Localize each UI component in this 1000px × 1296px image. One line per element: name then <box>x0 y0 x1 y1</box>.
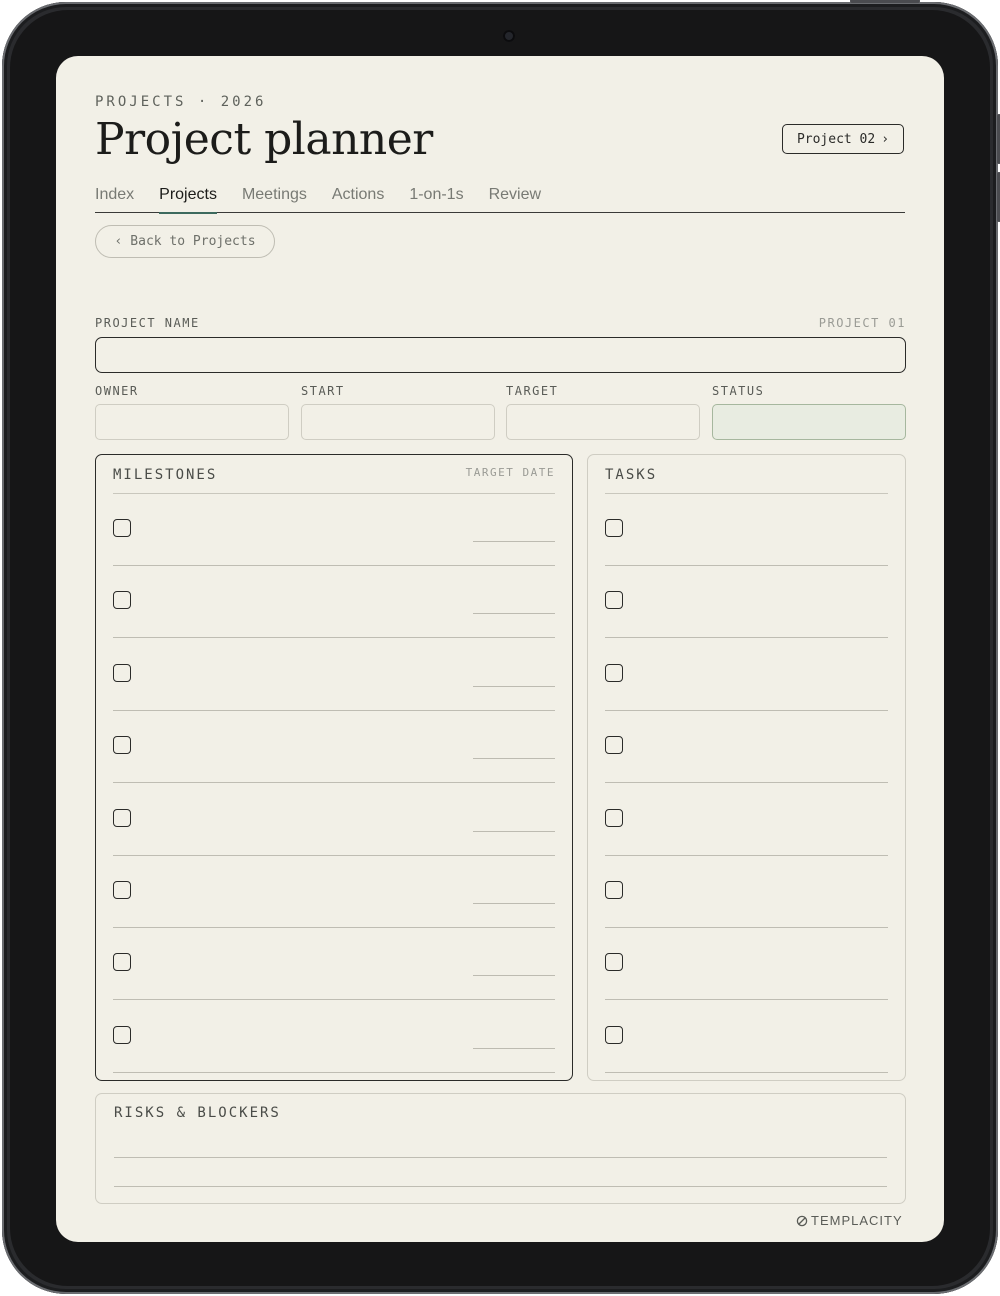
chevron-right-icon: › <box>881 131 890 147</box>
milestone-checkbox[interactable] <box>113 808 131 827</box>
camera <box>503 30 515 42</box>
task-row-line[interactable] <box>605 854 888 856</box>
page-title: Project planner <box>95 114 433 165</box>
footer-brand: TEMPLACITY <box>796 1213 903 1228</box>
task-checkbox[interactable] <box>605 519 623 537</box>
milestones-panel: MILESTONES TARGET DATE <box>95 454 573 1081</box>
next-project-label: Project 02 <box>796 131 876 147</box>
owner-label: OWNER <box>95 384 139 398</box>
task-checkbox[interactable] <box>605 1025 623 1044</box>
milestone-checkbox[interactable] <box>113 736 131 755</box>
milestone-date-field[interactable] <box>473 830 555 832</box>
templacity-logo-icon <box>796 1215 808 1226</box>
milestone-row-line[interactable] <box>113 1071 555 1073</box>
tab-projects[interactable]: Projects <box>159 186 217 214</box>
task-checkbox[interactable] <box>605 881 623 899</box>
tab-review[interactable]: Review <box>489 186 541 212</box>
project-id: PROJECT 01 <box>818 316 906 330</box>
next-project-button[interactable]: Project 02 › <box>782 124 904 154</box>
task-checkbox[interactable] <box>605 808 623 827</box>
tablet-frame: PROJECTS · 2026 Project planner Project … <box>2 0 1000 1294</box>
milestone-checkbox[interactable] <box>113 591 131 610</box>
task-row-line[interactable] <box>605 1071 888 1073</box>
task-checkbox[interactable] <box>605 953 623 972</box>
task-row-line[interactable] <box>605 565 888 566</box>
milestone-date-field[interactable] <box>473 758 555 760</box>
milestone-row-line[interactable] <box>113 565 555 566</box>
milestone-checkbox[interactable] <box>113 1025 131 1044</box>
task-checkbox[interactable] <box>605 591 623 610</box>
target-label: TARGET <box>506 384 559 398</box>
milestone-row-line[interactable] <box>113 927 555 928</box>
risk-line[interactable] <box>114 1157 887 1158</box>
tasks-divider <box>605 493 888 494</box>
task-checkbox[interactable] <box>605 736 623 755</box>
owner-field[interactable] <box>95 404 289 440</box>
status-field[interactable] <box>712 404 906 440</box>
milestone-row-line[interactable] <box>113 637 555 639</box>
top-button <box>850 0 920 3</box>
milestone-row-line[interactable] <box>113 709 555 711</box>
milestone-date-field[interactable] <box>473 975 555 977</box>
risks-heading: RISKS & BLOCKERS <box>114 1105 281 1121</box>
milestone-date-field[interactable] <box>473 903 555 904</box>
milestone-checkbox[interactable] <box>113 881 131 899</box>
milestones-heading: MILESTONES <box>113 467 218 483</box>
milestone-date-field[interactable] <box>473 541 555 542</box>
planner-page: PROJECTS · 2026 Project planner Project … <box>56 56 944 1242</box>
tab-index[interactable]: Index <box>95 186 134 212</box>
tab-1-on-1s[interactable]: 1-on-1s <box>409 186 463 212</box>
milestones-divider <box>113 493 555 494</box>
milestone-row-line[interactable] <box>113 782 555 784</box>
milestone-row-line[interactable] <box>113 999 555 1001</box>
page-kicker: PROJECTS · 2026 <box>95 94 267 110</box>
task-row-line[interactable] <box>605 637 888 639</box>
start-field[interactable] <box>301 404 495 440</box>
risks-panel: RISKS & BLOCKERS <box>95 1093 906 1204</box>
milestone-row-line[interactable] <box>113 854 555 856</box>
risk-line[interactable] <box>114 1186 887 1187</box>
milestone-checkbox[interactable] <box>113 953 131 972</box>
tab-meetings[interactable]: Meetings <box>242 186 307 212</box>
task-checkbox[interactable] <box>605 663 623 682</box>
task-row-line[interactable] <box>605 782 888 784</box>
tab-bar: Index Projects Meetings Actions 1-on-1s … <box>95 186 905 214</box>
milestone-checkbox[interactable] <box>113 663 131 682</box>
tasks-heading: TASKS <box>605 467 658 483</box>
task-row-line[interactable] <box>605 999 888 1001</box>
milestone-date-field[interactable] <box>473 613 555 615</box>
brand-name: TEMPLACITY <box>811 1213 903 1228</box>
back-to-projects-button[interactable]: ‹ Back to Projects <box>95 225 275 258</box>
status-label: STATUS <box>712 384 765 398</box>
milestone-date-field[interactable] <box>473 685 555 687</box>
task-row-line[interactable] <box>605 927 888 928</box>
milestone-checkbox[interactable] <box>113 519 131 537</box>
project-name-field[interactable] <box>95 337 906 373</box>
target-field[interactable] <box>506 404 700 440</box>
task-row-line[interactable] <box>605 709 888 711</box>
start-label: START <box>301 384 345 398</box>
chevron-left-icon: ‹ <box>114 234 123 249</box>
tasks-panel: TASKS <box>587 454 906 1081</box>
tab-actions[interactable]: Actions <box>332 186 384 212</box>
back-button-label: Back to Projects <box>130 234 256 249</box>
target-date-heading: TARGET DATE <box>465 466 555 479</box>
milestone-date-field[interactable] <box>473 1047 555 1049</box>
project-name-label: PROJECT NAME <box>95 316 200 330</box>
